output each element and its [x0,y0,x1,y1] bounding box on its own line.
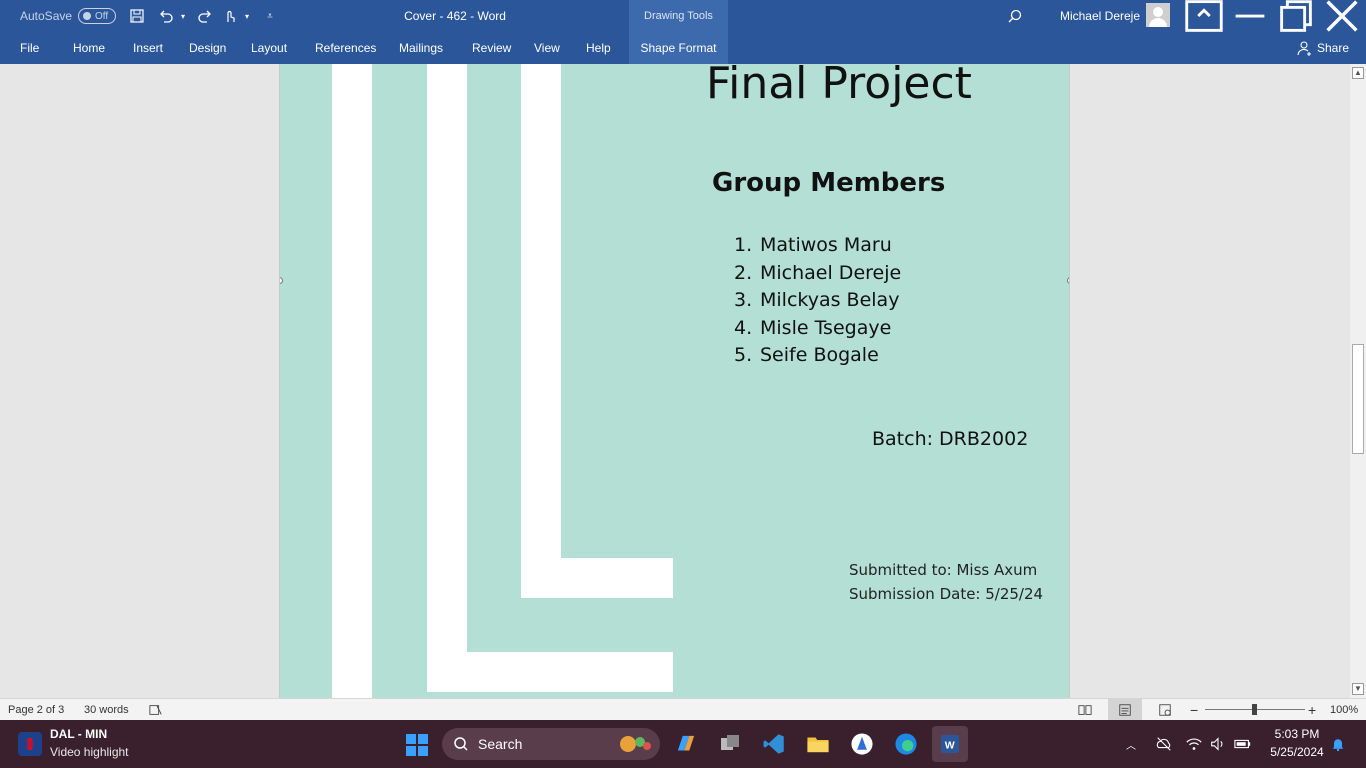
submission-date-text: Submission Date: 5/25/24 [849,585,1044,603]
battery-icon[interactable] [1232,734,1254,754]
minimize-icon[interactable] [1227,0,1273,32]
scroll-thumb[interactable] [1352,344,1364,454]
zoom-in-icon[interactable]: + [1308,699,1316,721]
edge-icon[interactable] [890,728,922,760]
tab-shape-format[interactable]: Shape Format [629,32,728,64]
members-list: 1. Matiwos Maru 2. Michael Dereje 3. Milcky… [734,234,901,372]
scroll-up-icon[interactable]: ▲ [1352,67,1364,79]
list-item: 5. Seife Bogale [734,344,879,366]
task-view-icon[interactable] [714,728,746,760]
submission-info: Submitted to: Miss Axum Submission Date:… [849,558,1043,606]
tab-references[interactable]: References [307,32,384,64]
decorative-stripe[interactable] [521,558,673,598]
contextual-group-label: Drawing Tools [629,0,728,32]
autosave-label: AutoSave [20,9,73,23]
share-label: Share [1317,41,1350,55]
ribbon-display-options-icon[interactable] [1181,0,1227,32]
autosave-toggle[interactable]: Off [78,8,116,24]
svg-text:W: W [945,740,955,752]
close-icon[interactable] [1319,0,1365,32]
autosave-state: Off [95,10,109,22]
taskbar-search-label: Search [478,736,523,752]
status-bar: Page 2 of 3 30 words − + 100% [0,698,1366,721]
vertical-scrollbar[interactable]: ▲ ▼ [1350,64,1366,698]
word-taskbar-icon[interactable]: W [932,726,968,762]
touch-dropdown-icon[interactable]: ▾ [242,0,252,32]
shape-resize-handle[interactable] [280,277,283,284]
customize-toolbar-icon[interactable]: ⩡ [258,0,282,32]
taskbar-search-icon [452,728,470,760]
ribbon-tabs: File Home Insert Design Layout Reference… [0,32,1366,64]
notification-bell-icon[interactable] [1328,734,1348,754]
redo-icon[interactable] [193,0,217,32]
volume-icon[interactable] [1208,734,1228,754]
tab-home[interactable]: Home [65,32,113,64]
decorative-stripe[interactable] [332,64,372,698]
document-page[interactable]: Final Project Group Members 1. Matiwos Ma… [279,64,1070,698]
list-item: 4. Misle Tsegaye [734,316,892,339]
shape-resize-handle[interactable] [1067,277,1069,284]
news-subtitle[interactable]: Video highlight [50,745,129,759]
batch-text: Batch: DRB2002 [872,428,1029,450]
document-canvas[interactable]: Final Project Group Members 1. Matiwos Ma… [0,64,1350,698]
share-icon [1297,41,1311,56]
news-widget-icon[interactable] [18,732,42,756]
wifi-icon[interactable] [1184,734,1204,754]
group-members-heading: Group Members [712,168,946,198]
undo-dropdown-icon[interactable]: ▾ [178,0,188,32]
tab-file[interactable]: File [12,32,47,64]
copilot-icon[interactable] [670,728,702,760]
submitted-to-text: Submitted to: Miss Axum [849,561,1038,579]
save-icon[interactable] [125,0,149,32]
user-name[interactable]: Michael Dereje [1050,0,1150,32]
news-title[interactable]: DAL - MIN [50,727,107,741]
page-title: Final Project [706,64,972,109]
restore-icon[interactable] [1273,0,1319,32]
tab-mailings[interactable]: Mailings [391,32,451,64]
clock-time[interactable]: 5:03 PM [1262,727,1332,741]
zoom-level[interactable]: 100% [1330,699,1358,721]
chevron-up-icon[interactable]: ︿ [1122,734,1140,754]
scroll-down-icon[interactable]: ▼ [1352,683,1364,695]
clock-date[interactable]: 5/25/2024 [1262,745,1332,759]
share-button[interactable]: Share [1288,32,1357,64]
zoom-out-icon[interactable]: − [1190,699,1198,721]
app-store-icon[interactable] [846,728,878,760]
search-icon[interactable] [1003,0,1027,32]
read-mode-icon[interactable] [1068,699,1102,721]
toggle-knob [83,12,91,20]
tab-help[interactable]: Help [578,32,619,64]
taskbar: DAL - MIN Video highlight Search W ︿ 5:0… [0,720,1366,768]
tab-insert[interactable]: Insert [125,32,171,64]
undo-icon[interactable] [154,0,178,32]
touch-mode-icon[interactable] [218,0,242,32]
start-icon[interactable] [402,730,432,760]
vscode-icon[interactable] [758,728,790,760]
tab-view[interactable]: View [526,32,568,64]
web-layout-icon[interactable] [1148,699,1182,721]
tab-design[interactable]: Design [181,32,234,64]
tab-review[interactable]: Review [464,32,519,64]
decorative-stripe[interactable] [427,652,673,692]
list-item: 1. Matiwos Maru [734,234,892,256]
list-item: 2. Michael Dereje [734,261,902,284]
accessibility-icon[interactable] [149,699,165,721]
avatar[interactable] [1146,3,1170,27]
search-highlight-icon [614,732,654,756]
decorative-stripe[interactable] [521,64,561,598]
tab-layout[interactable]: Layout [243,32,295,64]
zoom-slider-thumb[interactable] [1252,704,1257,715]
list-item: 3. Milckyas Belay [734,289,900,311]
print-layout-icon[interactable] [1108,699,1142,721]
title-bar: AutoSave Off ▾ ▾ ⩡ Cover - 462 - Word Dr… [0,0,1366,32]
file-explorer-icon[interactable] [802,728,834,760]
page-indicator[interactable]: Page 2 of 3 [8,699,64,721]
decorative-stripe[interactable] [427,64,467,692]
onedrive-icon[interactable] [1154,734,1174,754]
word-count[interactable]: 30 words [84,699,129,721]
document-title: Cover - 462 - Word [404,9,506,23]
